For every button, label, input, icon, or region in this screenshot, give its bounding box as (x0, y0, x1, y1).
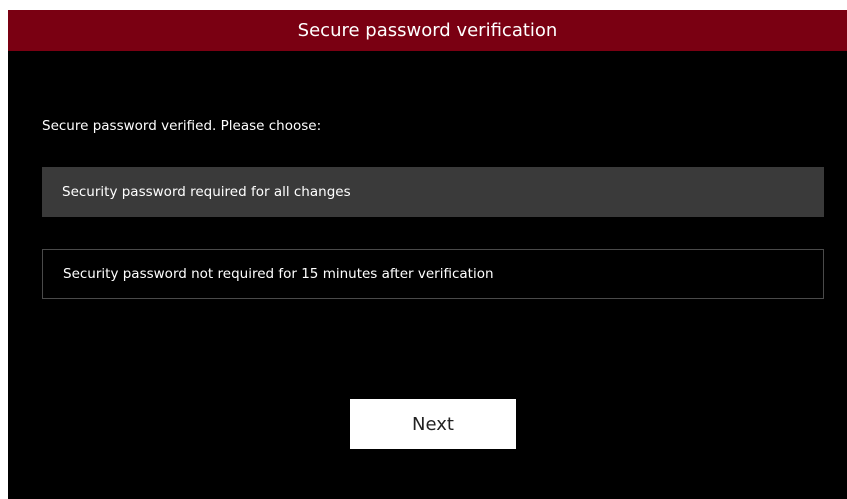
option-password-not-required-15-minutes[interactable]: Security password not required for 15 mi… (42, 249, 824, 299)
next-button[interactable]: Next (350, 399, 516, 449)
verification-prompt: Secure password verified. Please choose: (42, 118, 322, 134)
dialog-window: Secure password verification Secure pass… (8, 10, 847, 499)
option-password-required-all-changes[interactable]: Security password required for all chang… (42, 167, 824, 217)
option-label: Security password not required for 15 mi… (63, 266, 494, 282)
dialog-title: Secure password verification (8, 10, 847, 51)
option-label: Security password required for all chang… (62, 184, 351, 200)
